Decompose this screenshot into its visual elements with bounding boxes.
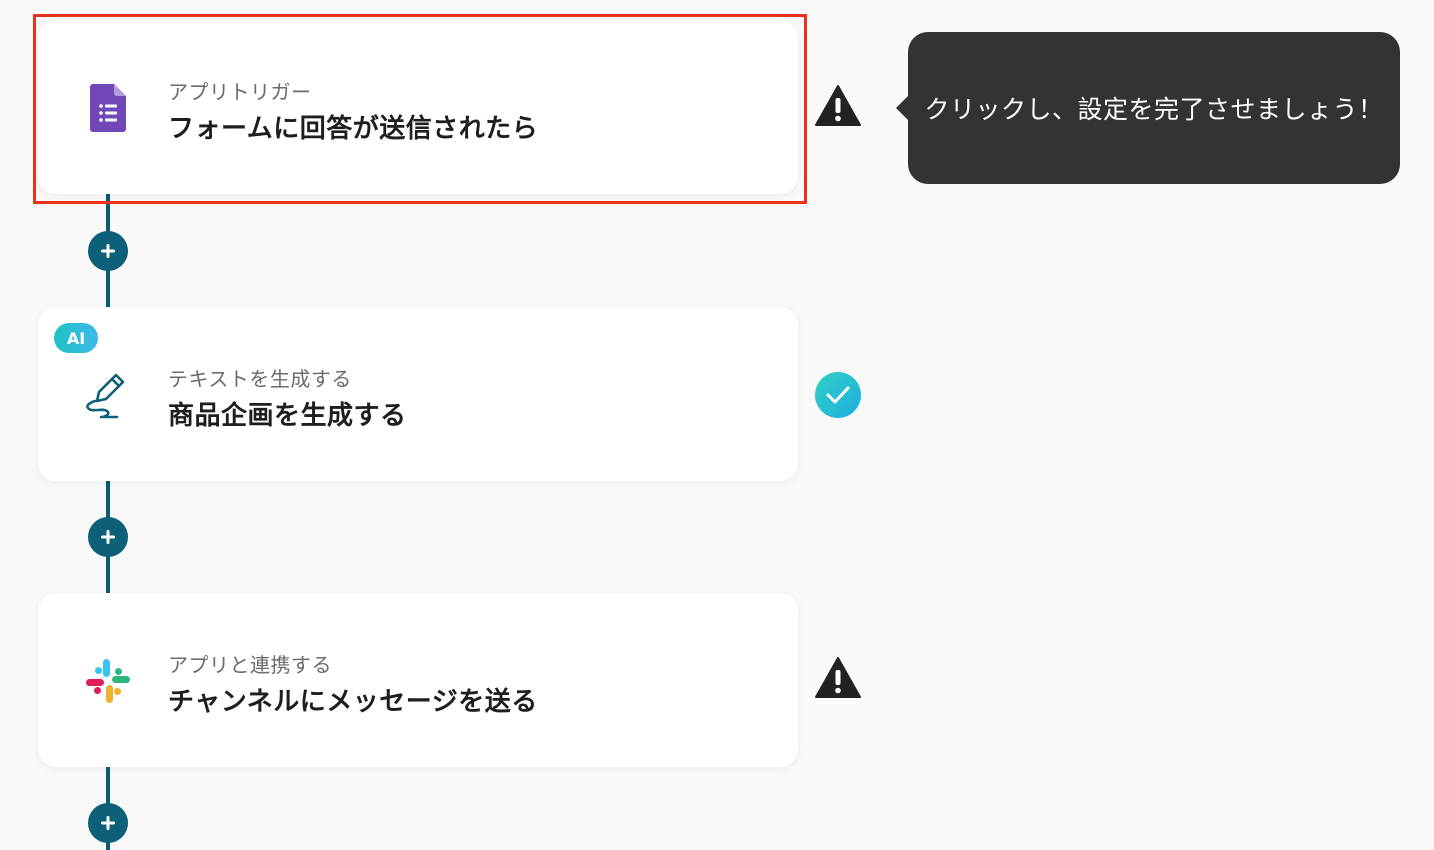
tooltip-pointer xyxy=(896,94,910,122)
setup-tooltip: クリックし、設定を完了させましょう！ xyxy=(896,32,1400,184)
plus-icon xyxy=(101,816,115,830)
step-card-trigger[interactable]: アプリトリガー フォームに回答が送信されたら xyxy=(38,20,798,194)
step-card-generate-text[interactable]: AI テキストを生成する 商品企画を生成する xyxy=(38,307,798,481)
add-step-button[interactable] xyxy=(88,231,128,271)
slack-icon xyxy=(82,655,134,707)
step-title: チャンネルにメッセージを送る xyxy=(168,687,538,717)
plus-icon xyxy=(101,244,115,258)
step-card-slack[interactable]: アプリと連携する チャンネルにメッセージを送る xyxy=(38,593,798,767)
pen-write-icon xyxy=(82,369,134,421)
ai-badge: AI xyxy=(54,323,98,353)
add-step-button[interactable] xyxy=(88,517,128,557)
tooltip-text: クリックし、設定を完了させましょう！ xyxy=(924,95,1384,124)
plus-icon xyxy=(101,530,115,544)
workflow-canvas: アプリトリガー フォームに回答が送信されたら クリックし、設定を完了させましょう… xyxy=(0,0,1434,850)
step-type-label: テキストを生成する xyxy=(168,367,352,391)
step-type-label: アプリと連携する xyxy=(168,653,332,677)
step-type-label: アプリトリガー xyxy=(168,80,312,104)
check-circle-icon[interactable] xyxy=(814,371,862,419)
warning-icon[interactable] xyxy=(814,82,862,130)
warning-icon[interactable] xyxy=(814,654,862,702)
add-step-button[interactable] xyxy=(88,803,128,843)
google-forms-icon xyxy=(82,82,134,134)
step-title: フォームに回答が送信されたら xyxy=(168,114,539,144)
step-title: 商品企画を生成する xyxy=(168,401,407,431)
